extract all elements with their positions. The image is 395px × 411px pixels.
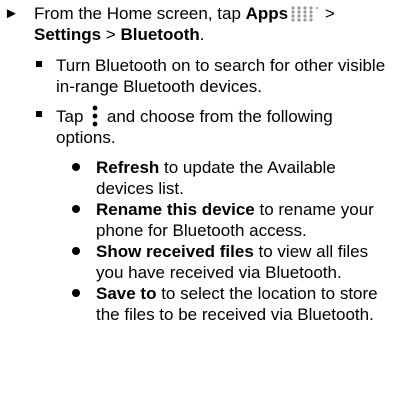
option-save-to: Save to to select the location to store … [72,283,392,325]
round-bullet-icon [72,205,80,213]
option-label: Save to [96,284,157,303]
menu-kebab-icon [92,105,98,127]
round-bullet-icon [72,163,80,171]
sub-list: Turn Bluetooth on to search for other vi… [36,55,392,97]
step-instruction: From the Home screen, tap Apps > Setting… [34,3,390,45]
sub-item-tap-menu: Tap and choose from the following option… [36,105,392,148]
option-refresh: Refresh to update the Available devices … [72,157,392,199]
sub-item-text-before: Tap [56,107,89,126]
apps-label: Apps [245,4,289,23]
round-bullet-icon [72,247,80,255]
round-bullet-icon [72,289,80,297]
square-bullet-icon [36,61,42,67]
step-bluetooth: ► From the Home screen, tap Apps > Setti… [4,3,392,45]
step-arrow-icon: ► [4,5,19,22]
step-end-text: . [199,25,205,44]
sub-item-text: Turn Bluetooth on to search for other vi… [56,56,386,96]
option-show-received: Show received files to view all files yo… [72,241,392,283]
option-label: Rename this device [96,200,255,219]
manual-page: ► From the Home screen, tap Apps > Setti… [0,0,395,411]
square-bullet-icon [36,111,42,117]
option-label: Show received files [96,242,254,261]
separator-2: > [101,25,121,44]
option-rename: Rename this device to rename your phone … [72,199,392,241]
bluetooth-label: Bluetooth [120,25,200,44]
options-list: Refresh to update the Available devices … [72,157,392,325]
settings-label: Settings [34,25,102,44]
apps-grid-icon [291,6,319,22]
sub-item-turn-on: Turn Bluetooth on to search for other vi… [36,55,392,97]
step-intro-text: From the Home screen, tap [34,4,246,23]
separator-1: > [320,4,335,23]
sub-list-2: Tap and choose from the following option… [36,105,392,148]
option-label: Refresh [96,158,160,177]
